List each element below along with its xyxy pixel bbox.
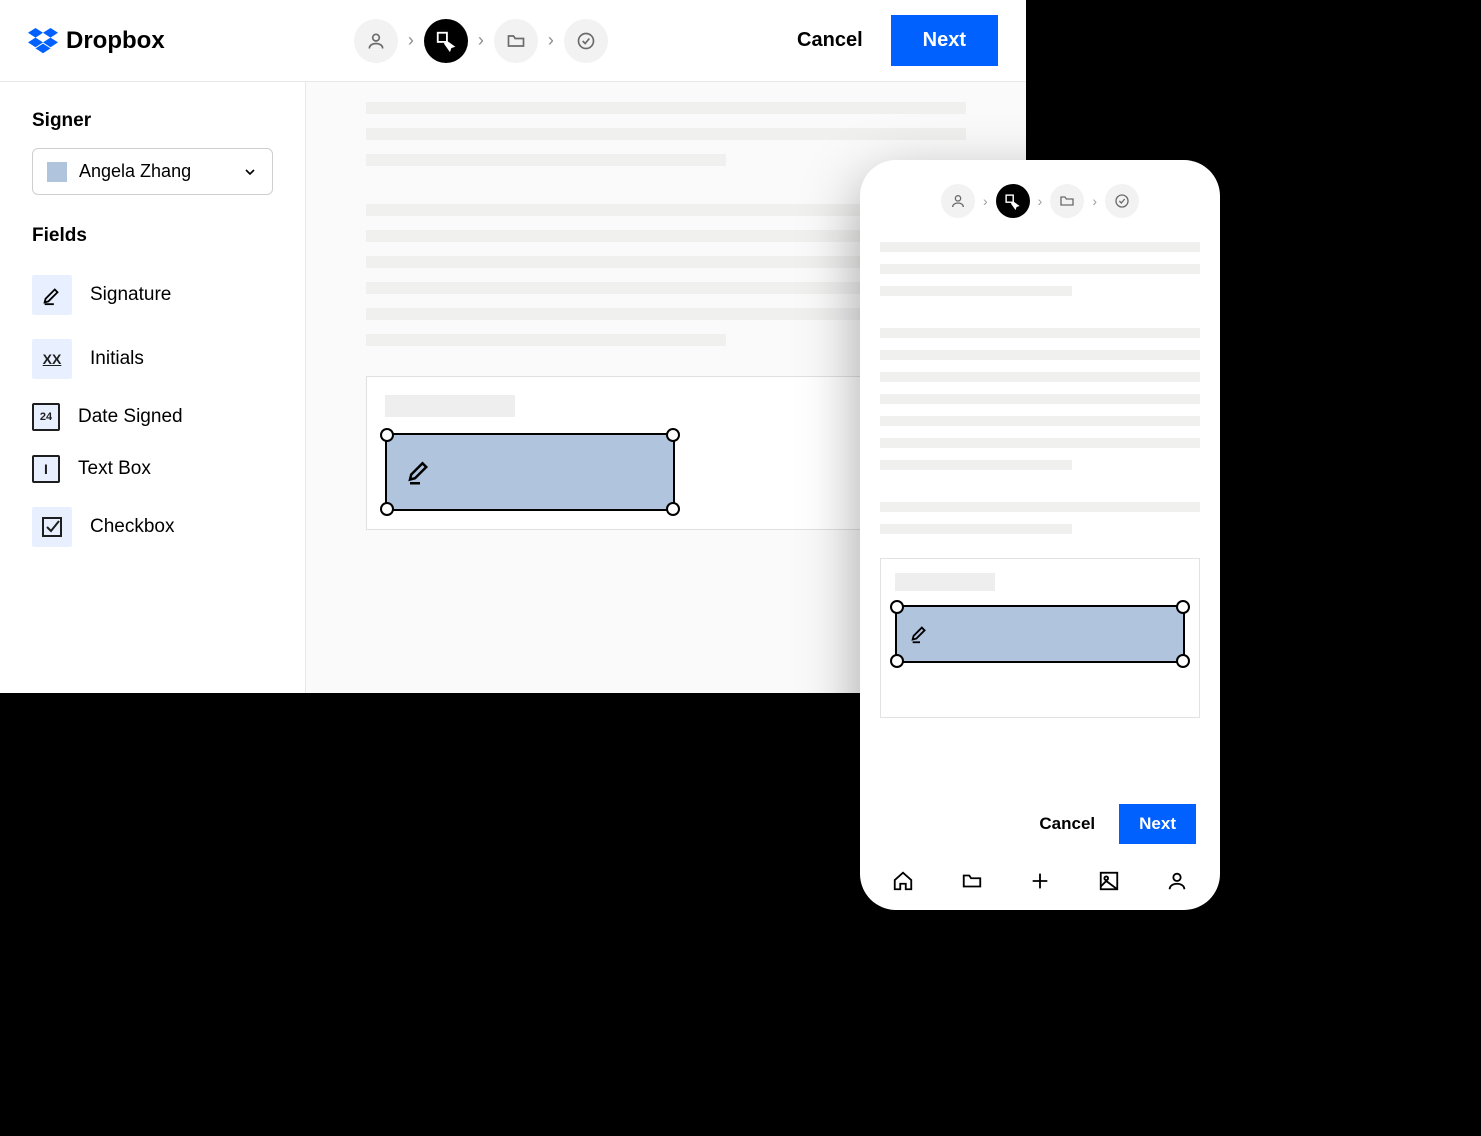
resize-handle[interactable] (890, 654, 904, 668)
chevron-down-icon (242, 164, 258, 180)
field-date[interactable]: 24 Date Signed (32, 391, 273, 443)
resize-handle[interactable] (380, 502, 394, 516)
resize-handle[interactable] (666, 428, 680, 442)
field-label: Initials (90, 348, 144, 370)
date-icon: 24 (32, 403, 60, 431)
nav-add[interactable] (1027, 868, 1053, 894)
field-label: Checkbox (90, 516, 175, 538)
mobile-progress-steps: › › › (880, 184, 1200, 218)
cancel-button[interactable]: Cancel (797, 29, 863, 52)
field-checkbox[interactable]: Checkbox (32, 495, 273, 559)
nav-image[interactable] (1096, 868, 1122, 894)
field-label: Text Box (78, 458, 151, 480)
progress-steps: › › › (354, 19, 608, 63)
step-person[interactable] (354, 19, 398, 63)
step-done[interactable] (1105, 184, 1139, 218)
brand-logo[interactable]: Dropbox (28, 27, 165, 55)
pen-icon (32, 275, 72, 315)
header-actions: Cancel Next (797, 15, 998, 66)
next-button[interactable]: Next (1119, 804, 1196, 844)
mobile-document[interactable] (880, 242, 1200, 786)
initials-icon: XX (32, 339, 72, 379)
dropbox-icon (28, 28, 58, 54)
zone-label (385, 395, 515, 417)
mobile-preview: › › › Cancel Next (860, 160, 1220, 910)
signer-color-swatch (47, 162, 67, 182)
next-button[interactable]: Next (891, 15, 998, 66)
pen-icon (405, 457, 435, 487)
textbox-icon: I (32, 455, 60, 483)
cancel-button[interactable]: Cancel (1039, 814, 1095, 834)
resize-handle[interactable] (666, 502, 680, 516)
nav-person[interactable] (1164, 868, 1190, 894)
step-folder[interactable] (1050, 184, 1084, 218)
nav-home[interactable] (890, 868, 916, 894)
field-initials[interactable]: XX Initials (32, 327, 273, 391)
signer-heading: Signer (32, 110, 273, 132)
resize-handle[interactable] (890, 600, 904, 614)
step-field[interactable] (424, 19, 468, 63)
step-field[interactable] (996, 184, 1030, 218)
fields-heading: Fields (32, 225, 273, 247)
chevron-right-icon: › (1092, 193, 1097, 209)
resize-handle[interactable] (380, 428, 394, 442)
mobile-actions: Cancel Next (880, 786, 1200, 862)
signer-dropdown[interactable]: Angela Zhang (32, 148, 273, 195)
pen-icon (909, 623, 931, 645)
nav-folder[interactable] (959, 868, 985, 894)
step-person[interactable] (941, 184, 975, 218)
placed-signature-field[interactable] (895, 605, 1185, 663)
field-label: Date Signed (78, 406, 183, 428)
signature-zone (880, 558, 1200, 718)
brand-text: Dropbox (66, 27, 165, 55)
chevron-right-icon: › (983, 193, 988, 209)
resize-handle[interactable] (1176, 654, 1190, 668)
chevron-right-icon: › (408, 30, 414, 51)
checkbox-icon (32, 507, 72, 547)
chevron-right-icon: › (1038, 193, 1043, 209)
mobile-bottom-nav (880, 862, 1200, 894)
doc-placeholder-lines (880, 242, 1200, 534)
chevron-right-icon: › (478, 30, 484, 51)
field-label: Signature (90, 284, 171, 306)
resize-handle[interactable] (1176, 600, 1190, 614)
field-textbox[interactable]: I Text Box (32, 443, 273, 495)
step-done[interactable] (564, 19, 608, 63)
top-bar: Dropbox › › › Cancel Next (0, 0, 1026, 82)
left-sidebar: Signer Angela Zhang Fields Signature XX … (0, 82, 306, 693)
field-signature[interactable]: Signature (32, 263, 273, 327)
step-folder[interactable] (494, 19, 538, 63)
signer-name: Angela Zhang (79, 161, 230, 182)
placed-signature-field[interactable] (385, 433, 675, 511)
zone-label (895, 573, 995, 591)
chevron-right-icon: › (548, 30, 554, 51)
